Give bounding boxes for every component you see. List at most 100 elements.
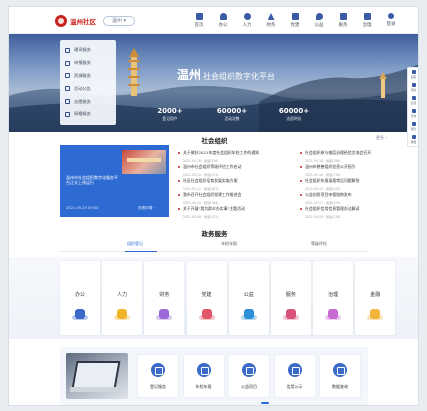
service-menu-item-6[interactable]: 网格服务 (65, 108, 116, 121)
stat-value: 60000+ (216, 107, 248, 115)
quick-link-1[interactable]: 登记服务 (138, 355, 178, 397)
service-menu-item-5[interactable]: 志愿服务 (65, 95, 116, 108)
nav-item-1[interactable]: 首页 (187, 11, 211, 28)
service-card-7[interactable]: 治理 (313, 261, 354, 335)
news-item[interactable]: 温州市慈善组织信息公开指引 2021-05-16 · 阅读(176) (299, 164, 417, 178)
news-item[interactable]: 我市召开社会组织党建工作推进会 2021-05-10 · 阅读(164) (177, 192, 295, 206)
side-tool-3[interactable]: 反馈 (408, 94, 418, 107)
news-item[interactable]: 社会组织年报填报常见问题解答 2021-05-13 · 阅读(143) (299, 178, 417, 192)
stats-bar: 2000+ 登记用户 60000+ 活动次数 60000+ 志愿时长 (139, 107, 325, 122)
news-meta: 2021-05-08 · 阅读(152) (183, 214, 219, 219)
service-menu-label: 活动公告 (74, 85, 91, 91)
news-item[interactable]: 社会组织信用信息管理办法解读 2021-05-09 · 阅读(118) (299, 206, 417, 220)
service-card-label: 治理 (328, 292, 339, 298)
side-tool-5[interactable]: 服务 (408, 120, 418, 133)
service-menu-item-1[interactable]: 通讯服务 (65, 44, 116, 57)
quick-link-row: 登记服务 年检年报 公益项目 信用公示 数据查询 (138, 355, 366, 397)
gov-section-title: 政务服务 (201, 230, 228, 238)
service-card-label: 办公 (74, 292, 85, 298)
service-menu-item-4[interactable]: 活动公告 (65, 82, 116, 95)
nav-item-label: 登录 (386, 22, 396, 27)
nav-item-label: 首页 (194, 23, 204, 28)
nav-item-7[interactable]: 服务 (331, 11, 355, 28)
nav-item-label: 服务 (338, 23, 348, 28)
news-item[interactable]: 关于开展"我为群众办实事"主题活动 2021-05-08 · 阅读(152) (177, 206, 295, 220)
news-item[interactable]: 社区社会组织培育发展实施方案 2021-05-12 · 阅读(187) (177, 178, 295, 192)
service-menu-2-icon (65, 60, 70, 66)
page: 温州社区 温州 ▾ 首页 办公 人力 财务 党建 公益 服务 治理 登录 通讯服务 申报服务 资源服… (8, 6, 419, 406)
nav-item-4[interactable]: 财务 (259, 11, 283, 28)
nav-item-8[interactable]: 治理 (355, 11, 379, 28)
service-menu-label: 志愿服务 (74, 98, 91, 104)
nav-item-3[interactable]: 人力 (235, 11, 259, 28)
logo-emblem-icon (55, 15, 67, 27)
featured-news-image (122, 150, 166, 174)
news-list-right: 社会组织参与基层治理经验交流会召开 2021-05-18 · 阅读(298) 温州市… (299, 150, 417, 220)
stat-3: 60000+ 志愿时长 (263, 107, 325, 122)
news-meta: 2021-05-12 · 阅读(187) (183, 186, 219, 191)
quick-link-5[interactable]: 数据查询 (320, 355, 360, 397)
active-tab-indicator (125, 251, 157, 252)
nav-item-5[interactable]: 党建 (283, 11, 307, 28)
featured-news-more[interactable]: 查看详情 › (138, 206, 155, 211)
org-more-link[interactable]: 更多 › (376, 135, 387, 141)
tab-3[interactable]: 等级评估 (311, 241, 327, 247)
quick-link-3[interactable]: 公益项目 (229, 355, 269, 397)
org-section-title: 社会组织 (201, 137, 228, 145)
stat-label: 登记用户 (162, 116, 178, 121)
service-menu-3-icon (65, 73, 70, 79)
nav-item-label: 财务 (266, 23, 276, 28)
nav-item-label: 治理 (362, 23, 372, 28)
service-card-2[interactable]: 人力 (102, 261, 143, 335)
side-tool-label: 客服 (410, 76, 417, 79)
tab-2[interactable]: 年检年报 (221, 241, 237, 247)
service-menu: 通讯服务 申报服务 资源服务活动公告志愿服务网格服务 (60, 40, 116, 125)
service-card-6[interactable]: 服务 (270, 261, 311, 335)
news-title: 社区社会组织培育发展实施方案 (183, 178, 238, 183)
side-tool-1[interactable]: 客服 (408, 68, 418, 81)
service-menu-1-icon (65, 47, 70, 53)
service-card-4[interactable]: 党建 (186, 261, 227, 335)
service-card-1[interactable]: 办公 (60, 261, 100, 335)
service-menu-6-icon (65, 111, 70, 117)
news-list-left: 关于做好2021年度社会组织年检工作的通知 2021-05-18 · 阅读(326… (177, 150, 295, 220)
nav-item-2[interactable]: 办公 (211, 11, 235, 28)
side-tool-label: 咨询 (410, 115, 417, 118)
carousel-indicator[interactable] (261, 402, 269, 404)
side-tool-2[interactable]: 帮助 (408, 81, 418, 94)
hero-city: 温州 (177, 68, 202, 82)
service-1-icon (72, 309, 88, 320)
tab-1[interactable]: 组织登记 (127, 241, 143, 247)
news-item[interactable]: 温州市社会组织等级评估工作启动 2021-05-15 · 阅读(211) (177, 164, 295, 178)
service-3-icon (156, 309, 173, 320)
quick-link-label: 公益项目 (241, 384, 257, 389)
news-item[interactable]: 公益创投项目申报指南发布 2021-05-11 · 阅读(129) (299, 192, 417, 206)
service-card-3[interactable]: 财务 (144, 261, 185, 335)
quick-link-4[interactable]: 信用公示 (274, 355, 315, 397)
service-card-8[interactable]: 金融 (355, 261, 396, 335)
hero-title: 温州 社会组织数字化平台 (177, 66, 275, 83)
service-menu-item-3[interactable]: 资源服务 (65, 70, 116, 83)
quick-link-label: 登记服务 (150, 384, 166, 389)
side-tool-4-icon (411, 109, 416, 113)
quick-link-2[interactable]: 年检年报 (183, 355, 224, 397)
news-meta: 2021-05-13 · 阅读(143) (305, 186, 341, 191)
stat-value: 2000+ (157, 107, 183, 115)
news-item[interactable]: 关于做好2021年度社会组织年检工作的通知 2021-05-18 · 阅读(326… (177, 150, 295, 164)
nav-item-6[interactable]: 公益 (307, 11, 331, 28)
news-title: 温州市慈善组织信息公开指引 (305, 164, 356, 169)
side-tool-4[interactable]: 咨询 (408, 107, 418, 120)
region-selector[interactable]: 温州 ▾ (103, 16, 135, 26)
news-title: 关于开展"我为群众办实事"主题活动 (183, 206, 245, 211)
nav-1-icon (195, 13, 203, 20)
nav-item-9[interactable]: 登录 (379, 11, 403, 28)
news-meta: 2021-05-18 · 阅读(298) (305, 158, 341, 163)
side-tool-1-icon (411, 70, 416, 74)
site-logo[interactable]: 温州社区 (55, 15, 96, 27)
news-item[interactable]: 社会组织参与基层治理经验交流会召开 2021-05-18 · 阅读(298) (299, 150, 417, 164)
service-card-label: 公益 (243, 292, 254, 298)
service-card-5[interactable]: 公益 (228, 261, 269, 335)
featured-news-card[interactable]: 温州市社会组织数字化服务平台正式上线运行 2021-05-20 09:00 查看… (60, 145, 169, 217)
side-tool-2-icon (411, 83, 416, 87)
service-menu-item-2[interactable]: 申报服务 (65, 57, 116, 70)
